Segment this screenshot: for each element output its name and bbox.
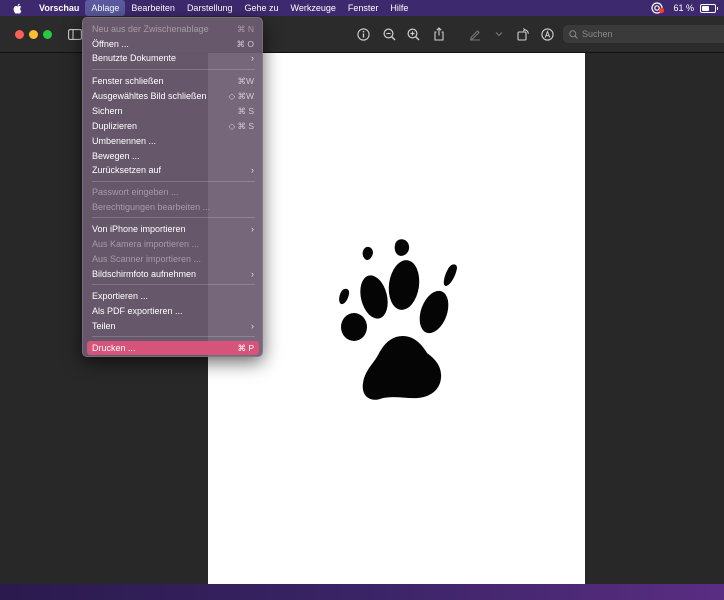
menu-item-move[interactable]: Bewegen ... [87,149,259,163]
chevron-right-icon: › [251,165,254,175]
chevron-down-icon[interactable] [490,25,508,43]
menu-separator [92,181,255,182]
highlight-pen-icon[interactable] [466,25,484,43]
menu-item-export-as-pdf[interactable]: Als PDF exportieren ... [87,304,259,318]
menu-item-rename[interactable]: Umbenennen ... [87,134,259,148]
menu-item-close-selected-image[interactable]: Ausgewähltes Bild schließen ◇ ⌘W [87,89,259,103]
chevron-right-icon: › [251,53,254,63]
menu-fenster[interactable]: Fenster [342,0,385,16]
menu-item-duplicate[interactable]: Duplizieren ◇ ⌘ S [87,119,259,133]
menu-item-import-from-scanner: Aus Scanner importieren ... [92,254,202,264]
zoom-in-icon[interactable] [404,25,422,43]
menu-item-revert-to[interactable]: Zurücksetzen auf › [87,163,259,177]
chevron-right-icon: › [251,321,254,331]
zoom-window-button[interactable] [43,30,52,39]
menu-bearbeiten[interactable]: Bearbeiten [125,0,181,16]
menu-separator [92,69,255,70]
menu-item-import-from-camera: Aus Kamera importieren ... [92,239,200,249]
menu-separator [92,217,255,218]
menu-separator [92,336,255,337]
search-input[interactable] [582,29,702,39]
menu-item-edit-permissions: Berechtigungen bearbeiten ... [92,202,211,212]
menu-item-enter-password: Passwort eingeben ... [92,187,179,197]
paw-print-image [339,239,457,400]
menu-item-print[interactable]: Drucken ... ⌘ P [87,341,259,355]
file-menu: Neu aus der Zwischenablage ⌘ N Öffnen ...… [82,17,263,357]
menu-item-new-from-clipboard: Neu aus der Zwischenablage ⌘ N [92,24,254,34]
markup-icon[interactable] [538,25,556,43]
chevron-right-icon: › [251,224,254,234]
menu-item-export[interactable]: Exportieren ... [87,289,259,303]
menu-app-name[interactable]: Vorschau [33,0,85,16]
menu-item-open[interactable]: Öffnen ... ⌘ O [87,37,259,51]
zoom-out-icon[interactable] [380,25,398,43]
menu-item-take-screenshot[interactable]: Bildschirmfoto aufnehmen › [87,267,259,281]
menu-separator [92,284,255,285]
chevron-right-icon: › [251,269,254,279]
menu-hilfe[interactable]: Hilfe [384,0,414,16]
menu-item-import-from-iphone[interactable]: Von iPhone importieren › [87,222,259,236]
apple-icon[interactable] [13,0,23,16]
info-icon[interactable] [354,25,372,43]
menu-item-save[interactable]: Sichern ⌘ S [87,104,259,118]
battery-percentage: 61 % [673,3,694,13]
share-icon[interactable] [430,25,448,43]
battery-icon[interactable] [700,3,718,13]
minimize-window-button[interactable] [29,30,38,39]
menu-bar: Vorschau Ablage Bearbeiten Darstellung G… [0,0,724,16]
menu-item-recent-documents[interactable]: Benutzte Dokumente › [87,51,259,65]
rotate-icon[interactable] [514,25,532,43]
location-status-icon[interactable] [651,2,665,14]
menu-item-close-window[interactable]: Fenster schließen ⌘W [87,74,259,88]
document-page [208,53,585,584]
menu-werkzeuge[interactable]: Werkzeuge [285,0,342,16]
close-window-button[interactable] [15,30,24,39]
menu-ablage[interactable]: Ablage [85,0,126,16]
search-icon [569,29,578,39]
menu-gehe-zu[interactable]: Gehe zu [238,0,284,16]
menu-item-share[interactable]: Teilen › [87,319,259,333]
menu-darstellung[interactable]: Darstellung [181,0,239,16]
desktop-wallpaper [0,584,724,600]
search-field[interactable] [563,25,724,43]
